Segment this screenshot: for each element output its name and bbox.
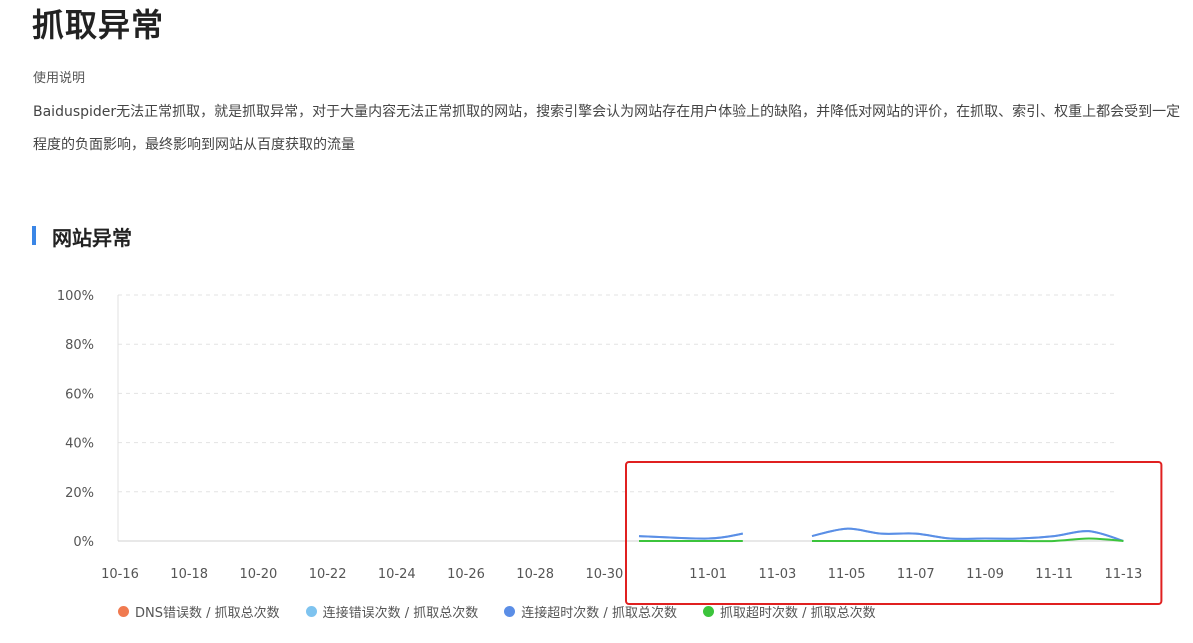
legend-item[interactable]: 抓取超时次数 / 抓取总次数 (702, 602, 876, 621)
legend-label: 连接错误次数 / 抓取总次数 (322, 606, 479, 621)
legend-label: DNS错误数 / 抓取总次数 (135, 606, 280, 621)
x-tick-label: 11-11 (1035, 567, 1073, 582)
x-tick-label: 11-05 (828, 567, 866, 582)
legend-label: 连接超时次数 / 抓取总次数 (521, 606, 677, 621)
legend-dot-icon (702, 606, 714, 617)
x-tick-label: 11-03 (759, 567, 797, 582)
chart-legend: DNS错误数 / 抓取总次数 连接错误次数 / 抓取总次数 连接超时次数 / 抓取总… (118, 602, 876, 621)
y-tick-label: 80% (65, 338, 94, 353)
x-tick-label: 10-16 (101, 567, 139, 582)
x-tick-label: 11-09 (966, 567, 1004, 582)
x-tick-label: 11-01 (689, 567, 727, 582)
x-tick-label: 10-18 (170, 567, 208, 582)
legend-dot-icon (305, 606, 317, 617)
x-tick-label: 10-22 (309, 567, 347, 582)
x-tick-label: 10-28 (516, 567, 554, 582)
legend-item[interactable]: DNS错误数 / 抓取总次数 (118, 602, 280, 621)
x-tick-label: 11-13 (1105, 567, 1143, 582)
x-tick-label: 10-26 (447, 567, 485, 582)
y-tick-label: 0% (73, 535, 94, 550)
series-line-2 (638, 532, 743, 540)
y-tick-label: 100% (57, 289, 94, 304)
legend-dot-icon (504, 606, 516, 617)
x-tick-label: 10-24 (378, 567, 416, 582)
legend-dot-icon (118, 606, 129, 617)
y-tick-label: 40% (65, 437, 94, 452)
x-tick-label: 10-30 (586, 567, 624, 582)
x-tick-label: 10-20 (240, 567, 278, 582)
legend-item[interactable]: 连接错误次数 / 抓取总次数 (305, 602, 479, 621)
legend-label: 抓取超时次数 / 抓取总次数 (719, 606, 876, 621)
y-tick-label: 60% (65, 387, 94, 402)
x-tick-label: 11-07 (897, 567, 935, 582)
anomaly-line-chart: 0% 20% 40% 60% 80% 100% 10-16 10-18 10-20 10-22 10… (57, 289, 1163, 605)
legend-item[interactable]: 连接超时次数 / 抓取总次数 (504, 602, 677, 621)
y-tick-label: 20% (65, 486, 94, 501)
